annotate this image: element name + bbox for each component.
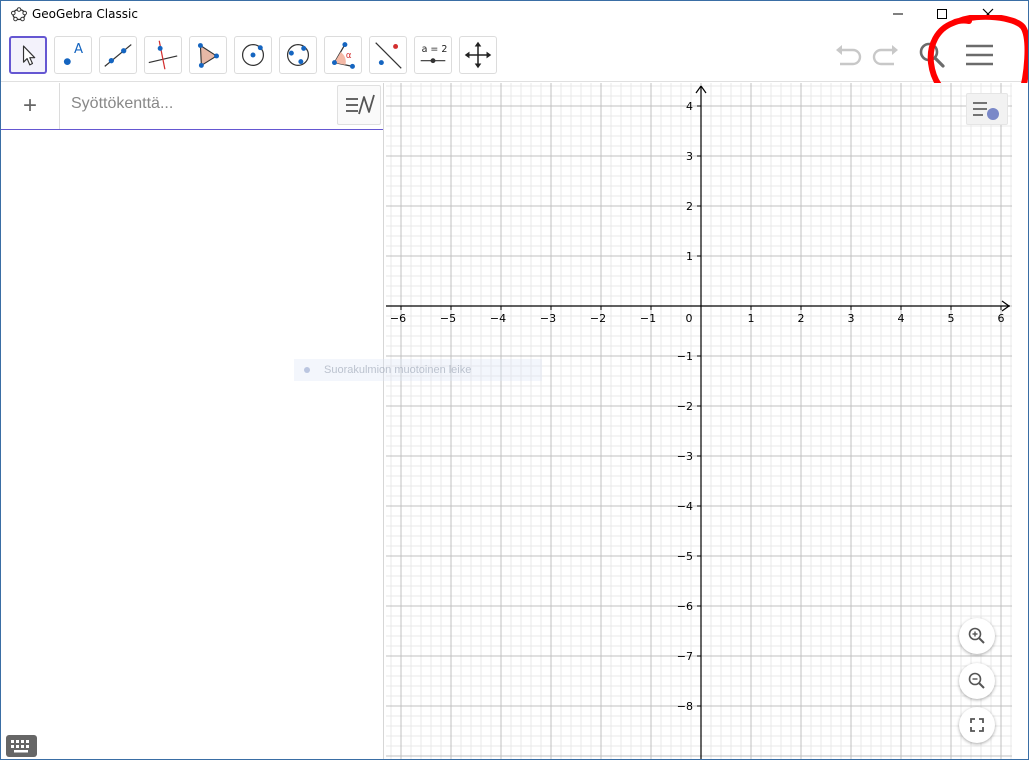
- y-axis-arrow: [700, 85, 707, 94]
- circle-three-points-tool-button[interactable]: [279, 36, 317, 74]
- maximize-icon: [937, 9, 947, 19]
- window-title: GeoGebra Classic: [32, 7, 138, 21]
- geogebra-logo-icon: [11, 7, 27, 22]
- major-grid: [386, 83, 1012, 759]
- fullscreen-icon: [970, 718, 984, 732]
- polygon-icon: [197, 43, 219, 68]
- redo-icon: [872, 45, 898, 66]
- y-tick-label: −3: [677, 450, 693, 463]
- perpendicular-line-tool-button[interactable]: [144, 36, 182, 74]
- title-bar: GeoGebra Classic: [1, 1, 1028, 27]
- y-axis-arrow: [695, 85, 702, 94]
- x-tick-label: 2: [798, 312, 805, 325]
- hamburger-menu-icon: [966, 44, 993, 66]
- graphics-style-bar-button[interactable]: [966, 93, 1008, 125]
- slider-tool-button[interactable]: a = 2: [414, 36, 452, 74]
- zoom-out-button[interactable]: [959, 663, 995, 699]
- move-arrows-icon: [464, 41, 492, 69]
- algebra-input-field[interactable]: Syöttökenttä...: [71, 95, 173, 113]
- main-menu-button[interactable]: [962, 38, 996, 72]
- zoom-in-button[interactable]: [959, 618, 995, 654]
- y-tick-label: −7: [677, 650, 693, 663]
- point-icon: A: [63, 42, 83, 66]
- plus-icon: +: [22, 92, 37, 119]
- coordinate-grid: −6 −5 −4 −3 −2 −1 0 1 2 3 4 5 6 4 3 2 1 −1 −2 −3 −4 −5 −6 −7 −8: [386, 83, 1012, 759]
- tooltip-dot-icon: [304, 367, 310, 373]
- screen-snip-tooltip: Suorakulmion muotoinen leike: [294, 359, 542, 381]
- y-tick-label: −4: [677, 500, 693, 513]
- x-tick-label: 5: [948, 312, 955, 325]
- y-tick-label: −2: [677, 400, 693, 413]
- perpendicular-line-icon: [148, 40, 178, 70]
- undo-icon: [836, 45, 862, 66]
- line-through-points-icon: [104, 44, 132, 67]
- x-tick-label: 6: [998, 312, 1005, 325]
- undo-button[interactable]: [831, 38, 865, 72]
- algebra-input-row: + Syöttökenttä...: [1, 83, 383, 130]
- svg-text:A: A: [74, 42, 83, 57]
- circle-center-point-tool-button[interactable]: [234, 36, 272, 74]
- reflect-about-line-icon: [375, 42, 402, 69]
- algebra-view: + Syöttökenttä...: [1, 83, 384, 759]
- y-tick-label: 3: [686, 150, 693, 163]
- zoom-out-icon: [968, 672, 985, 689]
- x-tick-label: 1: [748, 312, 755, 325]
- circle-center-point-icon: [241, 43, 265, 67]
- search-icon: [919, 42, 945, 68]
- close-icon: [982, 8, 994, 20]
- add-item-button[interactable]: +: [1, 83, 60, 129]
- x-axis-arrow: [1001, 300, 1010, 307]
- style-bar-toggle-icon: [973, 102, 999, 120]
- keyboard-icon: [11, 740, 29, 753]
- toolbar: A α a = 2: [1, 28, 1028, 82]
- x-tick-label: 4: [898, 312, 905, 325]
- minor-grid: [386, 83, 1012, 759]
- x-tick-label: −4: [490, 312, 506, 325]
- axes: [386, 85, 1010, 759]
- svg-text:a = 2: a = 2: [422, 44, 448, 55]
- arrow-pointer-icon: [22, 45, 36, 66]
- maximize-button[interactable]: [919, 1, 965, 27]
- y-tick-label: 2: [686, 200, 693, 213]
- reflect-tool-button[interactable]: [369, 36, 407, 74]
- slider-icon: a = 2: [420, 44, 448, 64]
- keyboard-button[interactable]: [6, 735, 37, 757]
- algebra-graph-style-icon: [346, 94, 375, 115]
- zoom-in-icon: [968, 627, 985, 644]
- y-tick-label: −8: [677, 700, 693, 713]
- svg-text:α: α: [346, 51, 352, 61]
- angle-icon: α: [332, 42, 355, 69]
- point-tool-button[interactable]: A: [54, 36, 92, 74]
- minimize-button[interactable]: [875, 1, 921, 27]
- tooltip-text: Suorakulmion muotoinen leike: [324, 364, 472, 376]
- minimize-icon: [893, 13, 903, 15]
- y-tick-label: 1: [686, 250, 693, 263]
- line-tool-button[interactable]: [99, 36, 137, 74]
- x-tick-label: −5: [440, 312, 456, 325]
- window-right-edge: [1012, 83, 1028, 759]
- redo-button[interactable]: [869, 38, 903, 72]
- x-tick-label: −1: [640, 312, 656, 325]
- x-tick-label: 0: [686, 312, 693, 325]
- polygon-tool-button[interactable]: [189, 36, 227, 74]
- close-button[interactable]: [965, 1, 1011, 27]
- y-tick-label: −1: [677, 350, 693, 363]
- y-tick-label: −5: [677, 550, 693, 563]
- x-tick-label: −3: [540, 312, 556, 325]
- graphics-view[interactable]: −6 −5 −4 −3 −2 −1 0 1 2 3 4 5 6 4 3 2 1 −1 −2 −3 −4 −5 −6 −7 −8: [386, 83, 1012, 759]
- geogebra-window: GeoGebra Classic A α a = 2 + Syöttökentt…: [0, 0, 1029, 760]
- x-tick-label: 3: [848, 312, 855, 325]
- search-button[interactable]: [915, 38, 949, 72]
- circle-three-points-icon: [286, 43, 310, 67]
- y-tick-label: 4: [686, 100, 693, 113]
- move-graphics-view-tool-button[interactable]: [459, 36, 497, 74]
- x-tick-label: −6: [390, 312, 406, 325]
- x-tick-label: −2: [590, 312, 606, 325]
- algebra-view-menu-button[interactable]: [337, 85, 381, 125]
- x-axis-arrow: [1001, 305, 1010, 312]
- angle-tool-button[interactable]: α: [324, 36, 362, 74]
- move-tool-button[interactable]: [9, 36, 47, 74]
- fullscreen-button[interactable]: [959, 707, 995, 743]
- y-tick-label: −6: [677, 600, 693, 613]
